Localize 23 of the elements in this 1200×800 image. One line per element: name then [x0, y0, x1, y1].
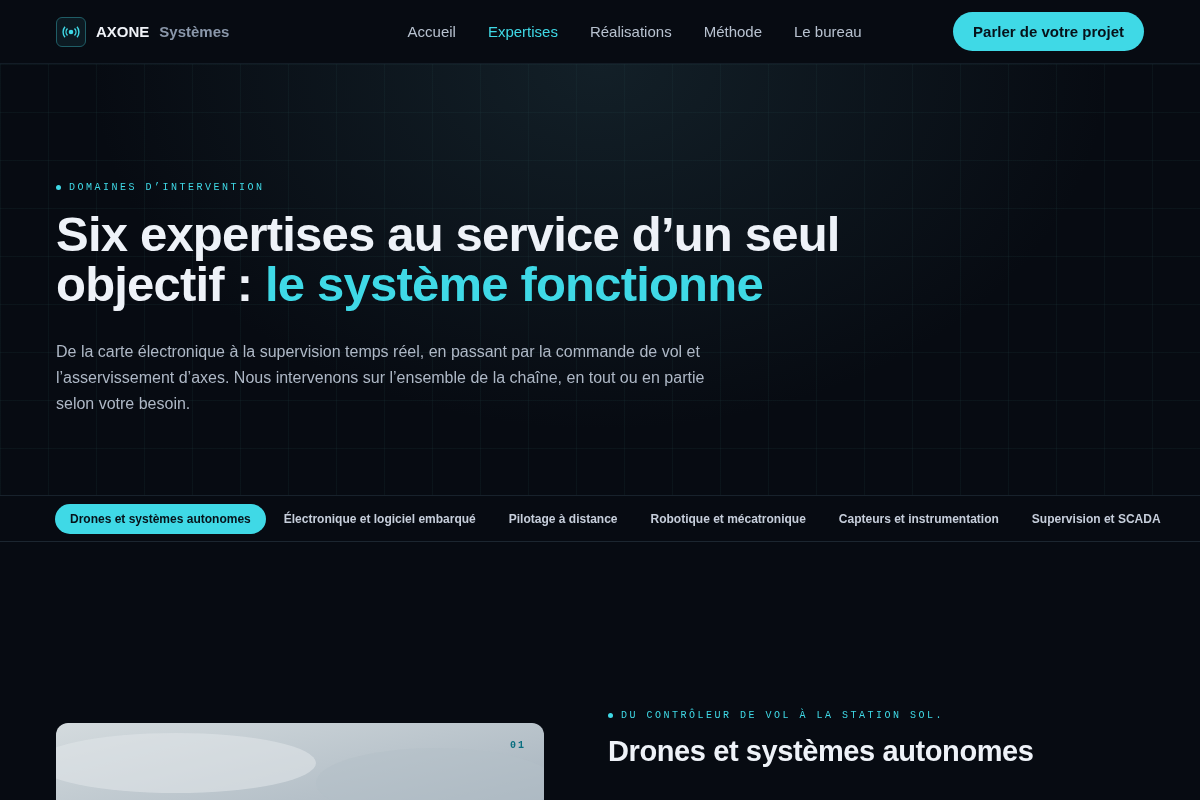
bullet-icon [608, 713, 613, 718]
brand-name: AXONE [96, 23, 150, 40]
section-eyebrow: DOMAINES D’INTERVENTION [69, 182, 265, 193]
hero-lead: De la carte électronique à la supervision temps réel, en passant par la commande de vol et l’asservissement d’axes. Nous intervenons sur l’ensemble de la chaîne, en tout ou en partie selon votre besoin. [56, 342, 706, 414]
expertise-tab[interactable]: Drones et systèmes autonomes [55, 503, 266, 534]
expertise-tab[interactable]: Électronique et logiciel embarqué [268, 503, 491, 534]
expertise-tab[interactable]: Capteurs et instrumentation [823, 503, 1014, 534]
nav-link[interactable]: Accueil [407, 23, 456, 40]
expertise-tab[interactable]: Supervision et SCADA [1016, 503, 1176, 534]
section-title: Drones et systèmes autonomes [608, 735, 1034, 768]
contact-button[interactable]: Parler de votre projet [953, 12, 1144, 51]
nav-link[interactable]: Expertises [487, 23, 558, 40]
nav-link[interactable]: Méthode [703, 23, 762, 40]
expertise-tab[interactable]: Pilotage à distance [493, 503, 633, 534]
expertise-tab[interactable]: Robotique et mécatronique [635, 503, 821, 534]
broadcast-icon [56, 16, 86, 47]
hero-title: Six expertises au service d’un seul objectif : le système fonctionne [56, 209, 841, 309]
nav-link[interactable]: Le bureau [794, 23, 862, 40]
section-eyebrow: DU CONTRÔLEUR DE VOL À LA STATION SOL. [621, 710, 945, 721]
brand-suffix: Systèmes [159, 23, 230, 40]
nav-link[interactable]: Réalisations [589, 23, 672, 40]
image-index: 01 [510, 740, 526, 751]
bullet-icon [56, 185, 61, 190]
